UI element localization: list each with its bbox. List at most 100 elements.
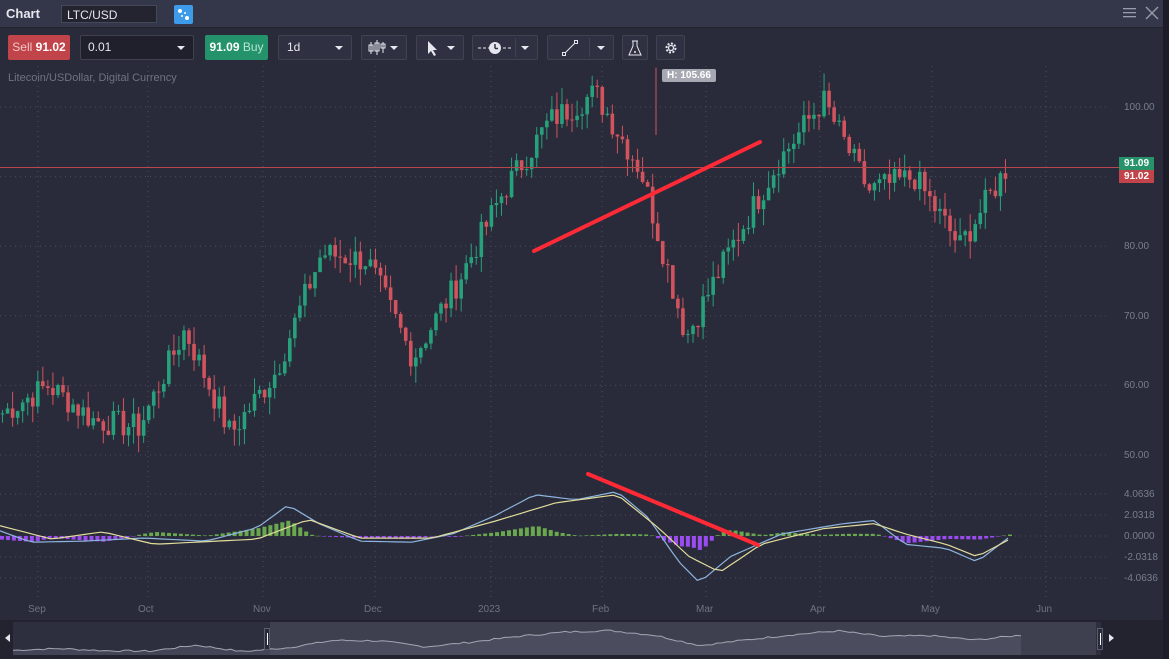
period-select[interactable]: 1d (278, 35, 352, 60)
candle-body (676, 298, 680, 309)
candle-body (1003, 173, 1008, 179)
candle-body (852, 148, 857, 154)
price-chart-svg[interactable] (0, 66, 1163, 620)
candle-body (953, 231, 957, 241)
candle-body (968, 231, 972, 242)
candle-body (10, 408, 15, 418)
candle-body (998, 173, 1003, 197)
candle-body (857, 148, 862, 162)
macd-histogram-bar (262, 526, 267, 536)
candle-body (731, 239, 736, 248)
candle-body (378, 267, 383, 276)
hamburger-menu-icon[interactable] (1123, 8, 1136, 18)
candle-body (897, 168, 902, 178)
candle-body (595, 85, 600, 87)
candle-body (177, 349, 181, 355)
quantity-value: 0.01 (88, 40, 112, 54)
candle-body (388, 287, 393, 301)
candle-body (167, 350, 171, 384)
period-value: 1d (287, 40, 301, 54)
settings-button[interactable] (656, 35, 685, 60)
compare-symbols-button[interactable] (174, 5, 193, 24)
symbol-input[interactable]: LTC/USD (61, 5, 157, 23)
candle-body (781, 151, 786, 175)
candle-body (605, 113, 610, 115)
candle-body (711, 276, 715, 295)
x-tick-label: 2023 (478, 604, 501, 615)
candle-body (504, 196, 509, 198)
candle-body (232, 420, 237, 430)
drawing-tools-button[interactable] (547, 35, 614, 60)
macd-histogram-bar (966, 536, 971, 540)
candle-body (30, 397, 35, 407)
candle-body (701, 296, 705, 328)
close-icon[interactable] (1145, 6, 1159, 20)
candle-body (449, 280, 453, 309)
macd-histogram-bar (757, 534, 762, 536)
chart-type-button[interactable] (361, 35, 407, 60)
macd-histogram-bar (584, 535, 589, 536)
macd-histogram-bar (214, 534, 219, 536)
macd-histogram-bar (506, 530, 511, 536)
scroll-left-icon[interactable] (5, 634, 10, 642)
buy-label: Buy (242, 40, 264, 54)
candle-body (615, 134, 620, 137)
quantity-select[interactable]: 0.01 (80, 35, 194, 60)
macd-histogram-bar (888, 536, 893, 539)
macd-histogram-bar (1008, 534, 1012, 536)
candle-body (212, 389, 216, 409)
macd-histogram-bar (566, 534, 571, 536)
candle-body (363, 266, 368, 270)
candle-body (424, 343, 428, 349)
candle-body (620, 136, 625, 140)
candle-body (746, 227, 751, 230)
candle-body (353, 251, 358, 265)
high-marker-label: H: 105.66 (662, 69, 716, 82)
macd-histogram-bar (453, 536, 458, 537)
macd-histogram-bar (626, 534, 631, 536)
navigator-left-handle[interactable] (264, 628, 270, 650)
candle-body (71, 404, 75, 413)
macd-histogram-bar (823, 534, 828, 536)
scroll-right-icon[interactable] (1109, 634, 1114, 642)
candle-body (91, 418, 96, 426)
macd-histogram-bar (328, 536, 333, 537)
candle-body (681, 308, 685, 335)
chevron-down-icon (390, 46, 398, 50)
candle-body (151, 391, 156, 406)
candle-body (943, 208, 947, 216)
candle-body (383, 275, 388, 288)
candle-body (560, 104, 564, 124)
macd-tick-label: 0.0000 (1124, 531, 1155, 542)
candle-body (802, 115, 806, 133)
macd-histogram-bar (817, 534, 822, 536)
chevron-down-icon (447, 46, 455, 50)
macd-histogram-bar (590, 535, 595, 536)
buy-button[interactable]: 91.09 Buy (205, 35, 268, 60)
candle-body (257, 389, 262, 394)
candle-body (25, 397, 30, 403)
candle-body (696, 325, 700, 328)
candle-body (156, 391, 161, 393)
time-range-button[interactable] (472, 35, 538, 60)
macd-histogram-bar (691, 536, 696, 548)
macd-histogram-bar (739, 531, 744, 536)
candle-body (464, 263, 468, 280)
candle-body (106, 430, 111, 435)
macd-histogram-bar (996, 536, 1001, 537)
navigator-right-handle[interactable] (1097, 628, 1103, 650)
candle-body (489, 205, 494, 227)
macd-histogram-bar (984, 536, 989, 539)
x-tick-label: Nov (253, 604, 271, 615)
candle-body (928, 191, 932, 197)
cursor-mode-button[interactable] (416, 35, 464, 60)
candle-body (867, 184, 872, 191)
candle-body (882, 174, 887, 180)
candle-body (610, 113, 615, 135)
candle-body (872, 183, 877, 191)
macd-histogram-bar (316, 535, 321, 537)
sell-button[interactable]: Sell 91.02 (8, 35, 70, 60)
indicators-button[interactable] (622, 35, 648, 60)
macd-histogram-bar (161, 532, 166, 536)
macd-histogram-bar (477, 534, 482, 536)
